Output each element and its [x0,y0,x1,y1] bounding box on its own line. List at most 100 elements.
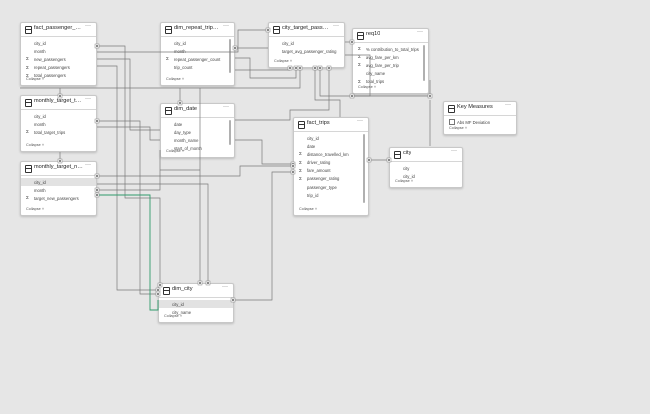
collapse-button[interactable]: Collapse ˄ [449,126,467,130]
field-row[interactable]: Σavg_fare_per_trip [353,61,428,69]
field-row[interactable]: Σtarget_new_passengers [21,194,96,202]
sigma-icon: Σ [299,151,302,157]
field-name: total_target_trips [34,129,66,135]
field-row[interactable]: Σdriver_rating [294,159,368,167]
field-row[interactable]: Σnew_passengers [21,55,96,63]
collapse-button[interactable]: Collapse ˄ [299,207,317,211]
more-options-icon[interactable]: ··· [333,23,339,29]
table-icon [165,107,172,115]
field-row[interactable]: Σpassenger_rating [294,175,368,183]
field-row[interactable]: month [21,186,96,194]
more-options-icon[interactable]: ··· [451,148,457,154]
field-row[interactable]: month [21,47,96,55]
sigma-icon: Σ [299,175,302,181]
field-name: target_new_passengers [34,195,79,201]
field-name: trip_count [174,65,193,71]
field-row[interactable]: Abs MF Deviation [444,118,516,126]
field-name: repeat_passengers [34,65,70,71]
field-row[interactable]: city_id [21,39,96,47]
collapse-button[interactable]: Collapse ˄ [274,59,292,63]
field-row[interactable]: Σavg_fare_per_km [353,53,428,61]
field-name: city_id [403,173,415,179]
table-card-monthly-target-new-passengers[interactable]: monthly_target_new_pa...··· city_idmonthΣ… [20,161,97,216]
collapse-button[interactable]: Collapse ˄ [26,207,44,211]
field-row[interactable]: passenger_type [294,183,368,191]
table-card-city-target-passenger-rating[interactable]: city_target_passenger_r...··· city_idtarg… [268,22,345,68]
more-options-icon[interactable]: ··· [223,104,229,110]
collapse-button[interactable]: Collapse ˄ [166,149,184,153]
model-view-canvas[interactable]: fact_passenger_summary···city_idmonthΣne… [0,0,650,414]
sigma-icon: Σ [299,159,302,165]
more-options-icon[interactable]: ··· [223,23,229,29]
collapse-button[interactable]: Collapse ˄ [395,179,413,183]
field-name: repeat_passenger_count [174,56,221,62]
table-card-fact-trips[interactable]: fact_trips ··· city_id date Σdistance_travel… [293,117,369,216]
table-card-monthly-target-trips[interactable]: monthly_target_trips ··· city_id month Σtota… [20,95,97,152]
scrollbar[interactable] [363,134,365,203]
scrollbar[interactable] [229,39,231,73]
table-icon [25,165,32,173]
table-header[interactable]: city_target_passenger_r...··· [269,23,344,37]
field-row[interactable]: month_name [161,136,234,144]
collapse-button[interactable]: Collapse ˄ [166,77,184,81]
field-row[interactable]: trip_id [294,191,368,199]
table-header[interactable]: monthly_target_trips ··· [21,96,96,110]
table-header[interactable]: fact_passenger_summary··· [21,23,96,37]
field-row[interactable]: date [294,142,368,150]
field-name: city_id [307,135,319,141]
collapse-button[interactable]: Collapse ˄ [26,77,44,81]
field-row[interactable]: Σdistance_travelled_km [294,150,368,158]
field-row[interactable]: trip_count [161,64,234,72]
table-card-req10[interactable]: req10 ··· Σ% contribution_to_total_trips Σa… [352,28,429,94]
more-options-icon[interactable]: ··· [417,29,423,35]
field-row[interactable]: city_id [294,134,368,142]
table-card-dim-date[interactable]: dim_date ··· date day_type month_name start_o… [160,103,235,158]
field-row[interactable]: city_id [21,112,96,120]
table-header[interactable]: dim_date ··· [161,104,234,118]
more-options-icon[interactable]: ··· [85,23,91,29]
scrollbar[interactable] [229,120,231,145]
field-row[interactable]: Σrepeat_passenger_count [161,55,234,63]
field-row[interactable]: Σfare_amount [294,167,368,175]
field-row[interactable]: city [390,164,462,172]
table-card-city[interactable]: city ··· city city_id Collapse ˄ [389,147,463,188]
sigma-icon: Σ [26,195,29,201]
table-header[interactable]: fact_trips ··· [294,118,368,132]
field-row[interactable]: date [161,120,234,128]
field-row[interactable]: month [21,120,96,128]
more-options-icon[interactable]: ··· [85,96,91,102]
field-name: city_id [174,40,186,46]
more-options-icon[interactable]: ··· [357,118,363,124]
field-row[interactable]: target_avg_passenger_rating [269,47,344,55]
table-header[interactable]: dim_city ··· [159,284,233,298]
scrollbar[interactable] [423,45,425,81]
field-row[interactable]: day_type [161,128,234,136]
field-name: distance_travelled_km [307,151,349,157]
field-row[interactable]: month [161,47,234,55]
more-options-icon[interactable]: ··· [222,284,228,290]
table-card-key-measures[interactable]: Key Measures ··· Abs MF Deviation Collapse … [443,101,517,135]
field-row[interactable]: Σrepeat_passengers [21,64,96,72]
table-header[interactable]: dim_repeat_trip_distrib...··· [161,23,234,37]
field-row[interactable]: Σtotal_target_trips [21,128,96,136]
field-row[interactable]: Σ % contribution_to_total_trips [353,45,428,53]
more-options-icon[interactable]: ··· [85,162,91,168]
more-options-icon[interactable]: ··· [505,102,511,108]
field-row[interactable]: city_id [159,300,233,309]
table-header[interactable]: Key Measures ··· [444,102,516,116]
table-header[interactable]: req10 ··· [353,29,428,43]
table-card-fact-passenger-summary[interactable]: fact_passenger_summary··· city_idmonthΣne… [20,22,97,86]
table-header[interactable]: city ··· [390,148,462,162]
field-row[interactable]: city_name [353,70,428,78]
field-row[interactable]: city_id [21,178,96,187]
table-header[interactable]: monthly_target_new_pa...··· [21,162,96,176]
collapse-button[interactable]: Collapse ˄ [164,314,182,318]
field-row[interactable]: city_id [161,39,234,47]
collapse-button[interactable]: Collapse ˄ [26,143,44,147]
table-card-dim-repeat-trip-distribution[interactable]: dim_repeat_trip_distrib...··· city_idmont… [160,22,235,86]
field-name: city [403,165,410,171]
collapse-button[interactable]: Collapse ˄ [358,85,376,89]
table-card-dim-city[interactable]: dim_city ··· city_id city_name Collapse ˄ [158,283,234,323]
field-row[interactable]: city_id [269,39,344,47]
field-name: passenger_type [307,184,337,190]
